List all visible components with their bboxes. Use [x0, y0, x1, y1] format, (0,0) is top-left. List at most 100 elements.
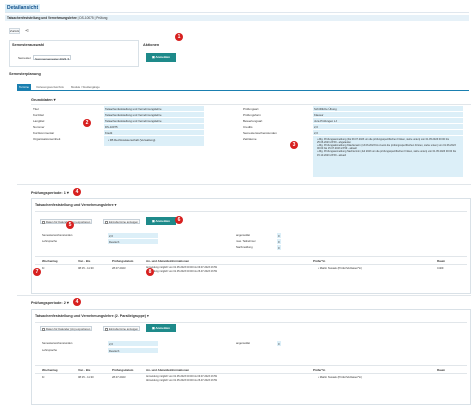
period1-th-time: Von - Bis [78, 259, 91, 263]
marker-3: 3 [290, 141, 298, 149]
label-periods: Zeiträume [243, 137, 257, 141]
value-number: DS-10075 [104, 124, 204, 130]
marker-6: 6 [175, 216, 183, 224]
period2-label-language: Lehrsprache [42, 349, 57, 352]
period1-register-button[interactable]: ▣ Anmelden [146, 217, 176, 225]
period1-value-max: 0 [277, 239, 281, 245]
checkbox-icon [105, 220, 108, 224]
period2-single-dates-checkbox[interactable]: Einzeltermine anzeigen [103, 326, 141, 331]
context-meta: | DS-10075 | Prüfung [76, 16, 108, 21]
tab-underline [17, 90, 469, 91]
period1-table-header-rule [35, 264, 467, 265]
label-short-title: Kurztitel [33, 113, 44, 117]
label-exam-type: Prüfungsart [243, 107, 259, 111]
period2-register-button[interactable]: ▣ Anmelden [146, 324, 176, 332]
period2-value-sws: 2,0 [108, 341, 158, 347]
period1-course[interactable]: Tatsachenfeststellung und Vernehmungsleh… [35, 203, 116, 207]
period2-table-header-rule [35, 373, 467, 374]
value-org-unit: • FB Rechtswissenschaft (Verwaltung) [104, 136, 204, 146]
period1-label-max: max. Teilnehmer [236, 240, 256, 243]
period2-course[interactable]: Tatsachenfeststellung und Vernehmungsleh… [35, 314, 149, 318]
period2-value-language: Deutsch [108, 348, 158, 354]
semester-select[interactable]: Sommersemester 2023 ▾ [33, 55, 71, 61]
period1-label-language: Lehrsprache [42, 240, 57, 243]
period1-day: Fr. [42, 267, 46, 270]
value-sws: 2,0 [313, 130, 463, 136]
label-grading: Bewertungsart [243, 119, 263, 123]
page-title: Detailansicht [5, 4, 41, 12]
period2-heading[interactable]: Prüfungsperiode: 2 ▾ [31, 300, 69, 305]
period1-value-sws: 2,0 [108, 233, 158, 239]
period1-examiner[interactable]: • Martin Nussek (Prüfer/Verfasser*in) [318, 267, 362, 270]
period1-value-language: Deutsch [108, 239, 158, 245]
back-button[interactable]: Zurück [9, 28, 20, 34]
value-long-title: Tatsachenfeststellung und Vernehmungsleh… [104, 118, 204, 124]
plan-heading: Semesterplanung [9, 72, 41, 76]
period1-table-top [35, 256, 467, 257]
period2-export-checkbox[interactable]: Daten für Kalender (ics) exportieren [40, 326, 93, 331]
period2-th-day: Wochentag [42, 368, 58, 372]
context-course: Tatsachenfeststellung und Vernehmungsleh… [7, 16, 77, 21]
period1-label-sws: Semesterwochenstunden [42, 234, 73, 237]
actions-heading: Aktionen [143, 43, 160, 47]
period2-th-info: An- und Abmeldeinformationen [146, 368, 190, 372]
checkbox-icon [105, 327, 108, 331]
period1-room: C409 [437, 267, 444, 270]
period2-examiner[interactable]: • Martin Nussek (Prüfer/Verfasser*in) [318, 376, 362, 379]
period1-divider [17, 184, 471, 185]
label-short-comment: Kurzkommentar [33, 131, 55, 135]
semester-heading: Semesterauswahl [12, 43, 45, 47]
label-sws: Semesterwochenstunden [243, 131, 277, 135]
period1-value-late: 0 [277, 245, 281, 251]
chevron-down-icon: ▾ [146, 314, 149, 318]
chevron-down-icon: ▾ [66, 301, 69, 305]
value-title: Tatsachenfeststellung und Vernehmungsleh… [104, 106, 204, 112]
label-title: Titel [33, 107, 39, 111]
marker-4-again: 4 [73, 298, 81, 306]
period1-label-registered: angemeldet [236, 234, 251, 237]
period1-th-day: Wochentag [42, 259, 58, 263]
period1-th-room: Raum [437, 259, 446, 263]
period1-single-dates-checkbox[interactable]: Einzeltermine anzeigen [103, 219, 141, 224]
register-button-main[interactable]: ▣ Anmelden [146, 53, 176, 62]
period2-info-deregister: Abmeldung möglich von 01.05.2023 00:00 b… [146, 379, 217, 382]
period1-date: 28.07.2023 [112, 267, 126, 270]
semester-select-value: Sommersemester 2023 [35, 56, 67, 61]
chevron-down-icon: ▾ [53, 98, 56, 102]
label-exam-form: Prüfungsform [243, 113, 262, 117]
period2-divider [17, 295, 471, 296]
period2-th-examiner: Prüfer*in [313, 368, 326, 372]
period1-label-late: Nachmeldung [236, 246, 253, 249]
marker-7: 7 [33, 268, 41, 276]
period2-th-time: Von - Bis [78, 368, 91, 372]
basic-divider [31, 104, 471, 105]
period2-table-top [35, 365, 467, 366]
label-org-unit: Organisationseinheit [33, 137, 61, 141]
semester-label: Semester [18, 56, 31, 60]
chevron-down-icon: ▾ [66, 191, 69, 195]
checkbox-icon [42, 327, 45, 331]
basic-heading[interactable]: Grunddaten ▾ [31, 97, 55, 102]
period2-label-sws: Semesterwochenstunden [42, 342, 73, 345]
marker-2: 2 [83, 119, 91, 127]
org-unit-link[interactable]: FB Rechtswissenschaft (Verwaltung) [110, 138, 156, 142]
period1-value-registered: 0 [277, 233, 281, 239]
period1-course-divider [35, 211, 467, 212]
context-bar: Tatsachenfeststellung und Vernehmungsleh… [5, 15, 469, 21]
period1-info-register: Anmeldung möglich von 01.05.2023 00:00 b… [146, 266, 217, 269]
period2-label-registered: angemeldet [236, 342, 251, 345]
period2-th-date: Prüfungsdatum [112, 368, 134, 372]
period1-th-info: An- und Abmeldeinformationen [146, 259, 190, 263]
share-icon[interactable]: ⋖ [24, 28, 30, 34]
value-exam-form: Klausur [313, 112, 463, 118]
period2-day: Fr. [42, 376, 46, 379]
value-short-title: Tatsachenfeststellung und Vernehmungsleh… [104, 112, 204, 118]
period2-info-register: Anmeldung möglich von 01.05.2023 00:00 b… [146, 375, 217, 378]
period1-heading[interactable]: Prüfungsperiode: 1 ▾ [31, 190, 69, 195]
marker-1: 1 [175, 33, 183, 41]
value-credits: 2,0 [313, 124, 463, 130]
value-short-comment: Kredit [104, 130, 204, 136]
value-grading: Jura Prüfungen LJ [313, 118, 463, 124]
period2-th-room: Raum [437, 368, 446, 372]
period1-th-examiner: Prüfer*in [313, 259, 326, 263]
